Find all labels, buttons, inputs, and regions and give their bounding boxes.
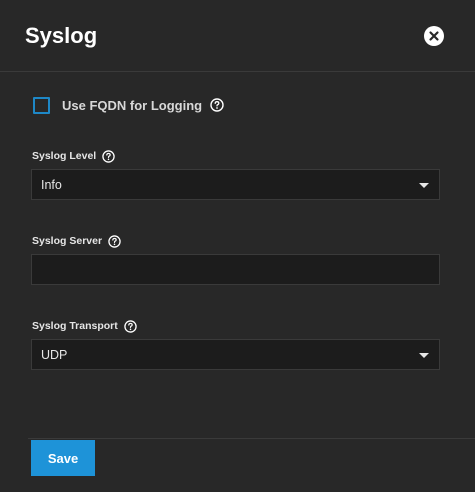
syslog-dialog: Syslog Use FQDN for Logging Syslog Level — [0, 0, 475, 492]
help-icon[interactable] — [124, 319, 137, 333]
close-button[interactable] — [424, 26, 444, 46]
close-icon — [429, 31, 439, 41]
fqdn-row: Use FQDN for Logging — [33, 95, 224, 115]
dialog-title: Syslog — [25, 23, 98, 48]
footer-divider — [28, 438, 475, 439]
dialog-header: Syslog — [0, 0, 475, 72]
syslog-level-label-row: Syslog Level — [32, 148, 115, 164]
syslog-server-label: Syslog Server — [32, 235, 103, 247]
fqdn-label[interactable]: Use FQDN for Logging — [62, 98, 202, 113]
fqdn-checkbox[interactable] — [33, 96, 50, 114]
help-icon[interactable] — [108, 234, 121, 248]
syslog-server-field[interactable] — [31, 254, 440, 285]
help-icon[interactable] — [210, 98, 224, 112]
syslog-level-select[interactable]: Info — [31, 169, 440, 200]
syslog-transport-label-row: Syslog Transport — [32, 318, 137, 334]
syslog-level-value: Info — [41, 178, 62, 192]
syslog-transport-select[interactable]: UDP — [31, 339, 440, 370]
syslog-transport-value: UDP — [41, 348, 68, 362]
syslog-server-input[interactable] — [32, 255, 439, 284]
help-icon[interactable] — [102, 149, 115, 163]
save-button[interactable]: Save — [31, 440, 95, 476]
syslog-server-label-row: Syslog Server — [32, 233, 121, 249]
chevron-down-icon — [419, 183, 429, 188]
chevron-down-icon — [419, 353, 429, 358]
syslog-level-label: Syslog Level — [32, 150, 97, 162]
syslog-transport-label: Syslog Transport — [32, 320, 118, 332]
